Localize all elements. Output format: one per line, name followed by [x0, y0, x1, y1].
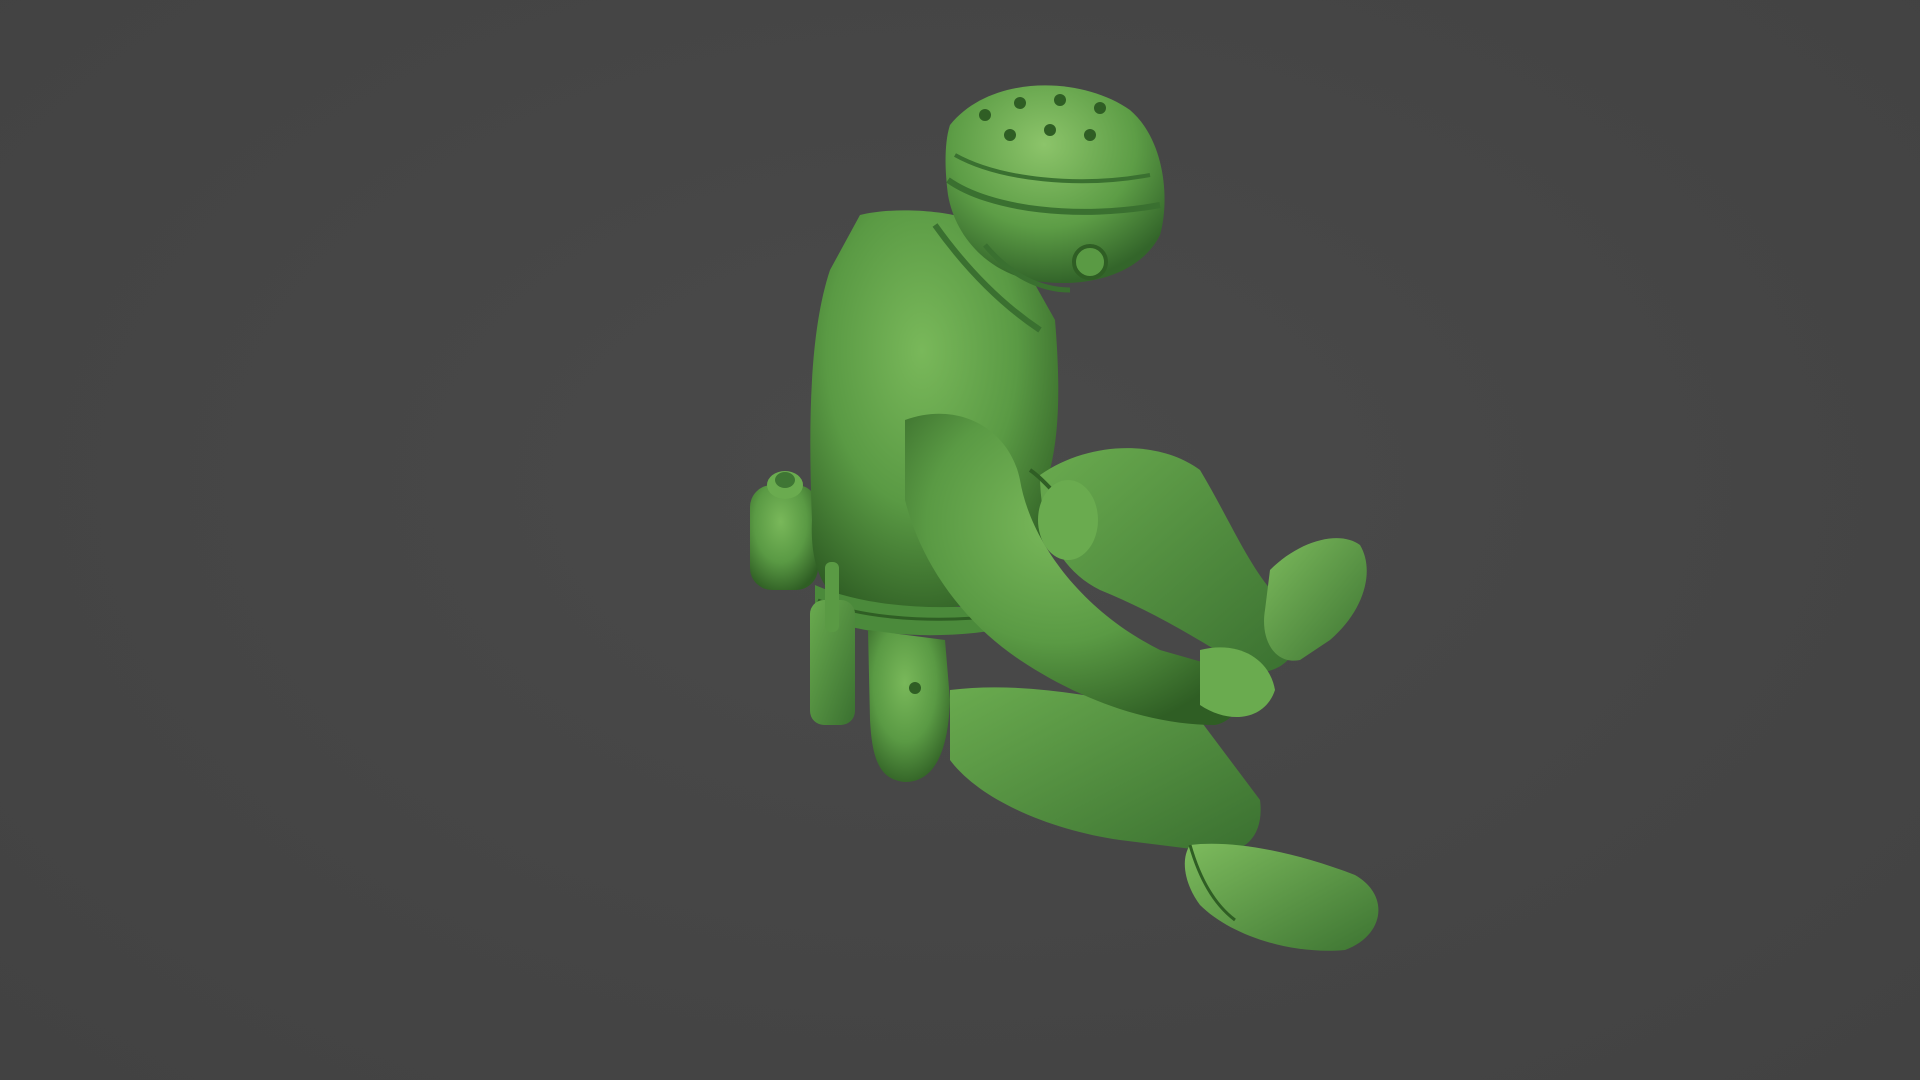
- 3d-viewport[interactable]: [0, 0, 1920, 1080]
- boot-rear: [1184, 843, 1379, 951]
- boot-front: [1264, 538, 1367, 661]
- hand-left: [1038, 480, 1098, 560]
- canteen: [750, 471, 818, 590]
- soldier-model: [750, 85, 1379, 951]
